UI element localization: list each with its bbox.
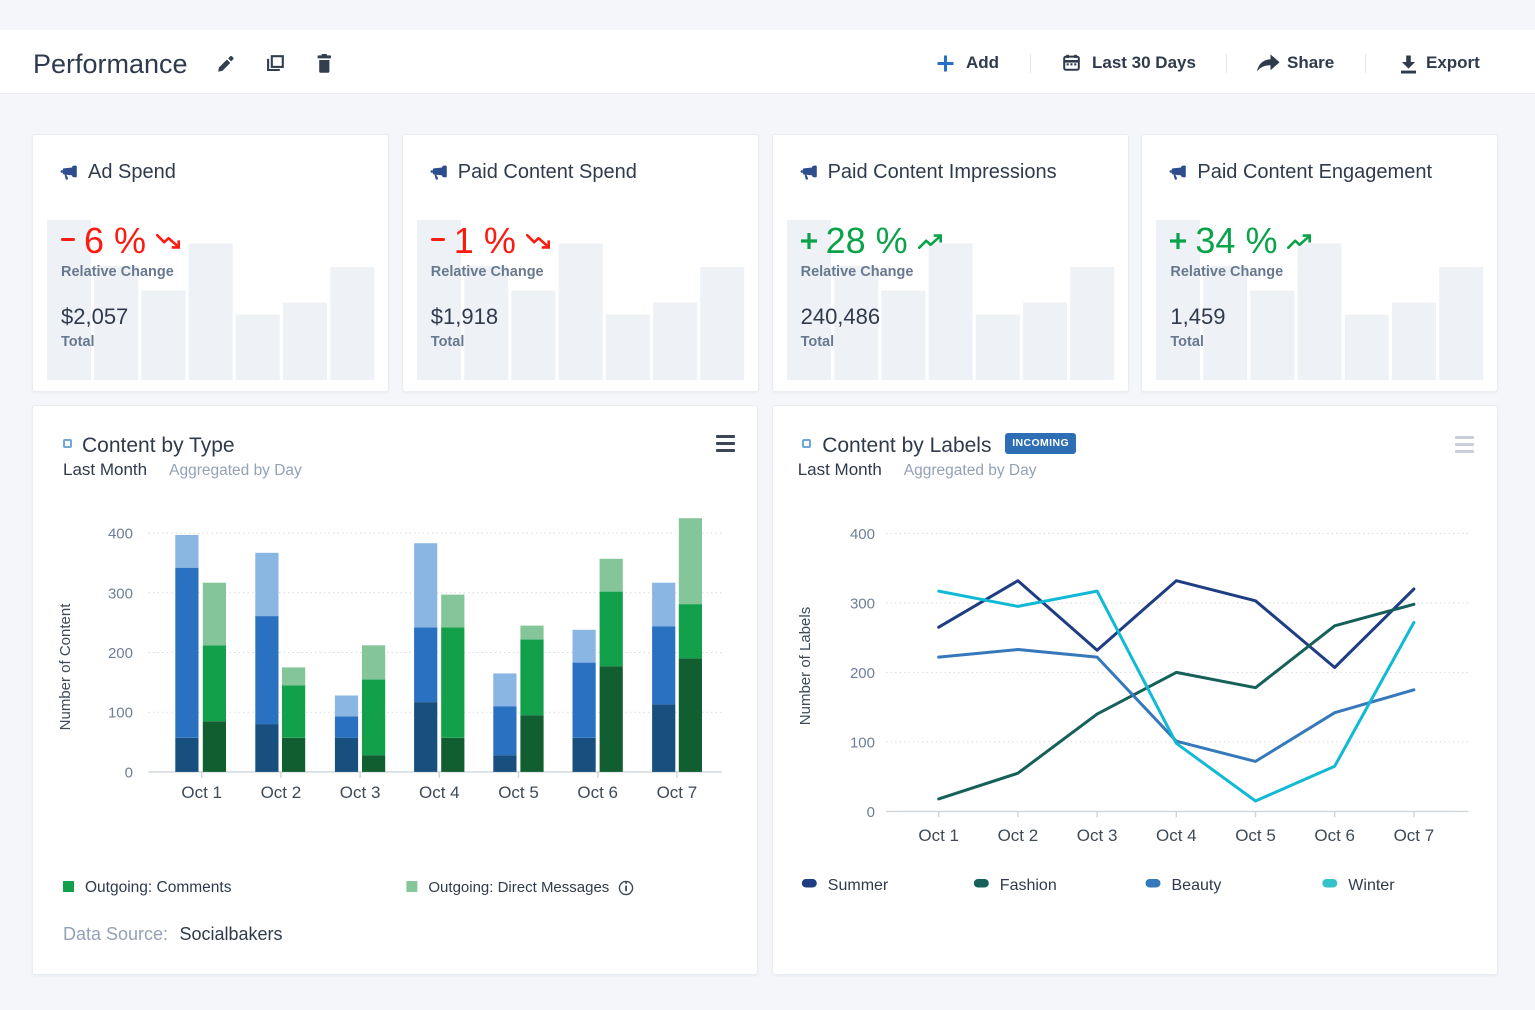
svg-text:Oct 1: Oct 1	[181, 783, 222, 802]
svg-text:Oct 7: Oct 7	[1394, 826, 1435, 845]
svg-text:Oct 4: Oct 4	[1156, 826, 1197, 845]
svg-text:Oct 7: Oct 7	[657, 783, 698, 802]
svg-text:Oct 3: Oct 3	[1077, 826, 1118, 845]
svg-text:Outgoing: Comments: Outgoing: Comments	[85, 879, 232, 896]
svg-text:Oct 6: Oct 6	[1315, 826, 1356, 845]
svg-text:0: 0	[867, 804, 875, 821]
svg-text:Oct 4: Oct 4	[419, 783, 460, 802]
svg-text:0: 0	[125, 764, 133, 781]
svg-text:Oct 2: Oct 2	[998, 826, 1039, 845]
svg-text:200: 200	[850, 665, 875, 682]
svg-text:Winter: Winter	[1348, 877, 1395, 894]
svg-text:Oct 5: Oct 5	[1235, 826, 1276, 845]
svg-text:Oct 6: Oct 6	[577, 783, 618, 802]
svg-text:Data Source:: Data Source:	[63, 924, 168, 944]
svg-text:400: 400	[108, 526, 133, 543]
svg-text:Number of Labels: Number of Labels	[797, 607, 814, 725]
svg-text:Outgoing: Direct Messages: Outgoing: Direct Messages	[428, 879, 609, 896]
svg-text:100: 100	[108, 705, 133, 722]
svg-text:200: 200	[108, 645, 133, 662]
svg-text:300: 300	[108, 585, 133, 602]
svg-text:300: 300	[850, 595, 875, 612]
svg-text:100: 100	[850, 734, 875, 751]
svg-text:Summer: Summer	[828, 877, 889, 894]
svg-text:Fashion: Fashion	[1000, 877, 1057, 894]
svg-text:Number of Content: Number of Content	[57, 603, 74, 731]
svg-text:Oct 5: Oct 5	[498, 783, 539, 802]
svg-text:Oct 3: Oct 3	[340, 783, 381, 802]
svg-text:Beauty: Beauty	[1172, 877, 1222, 894]
svg-text:400: 400	[850, 526, 875, 543]
svg-text:Oct 2: Oct 2	[261, 783, 302, 802]
svg-text:Socialbakers: Socialbakers	[180, 924, 283, 944]
svg-text:Oct 1: Oct 1	[919, 826, 960, 845]
